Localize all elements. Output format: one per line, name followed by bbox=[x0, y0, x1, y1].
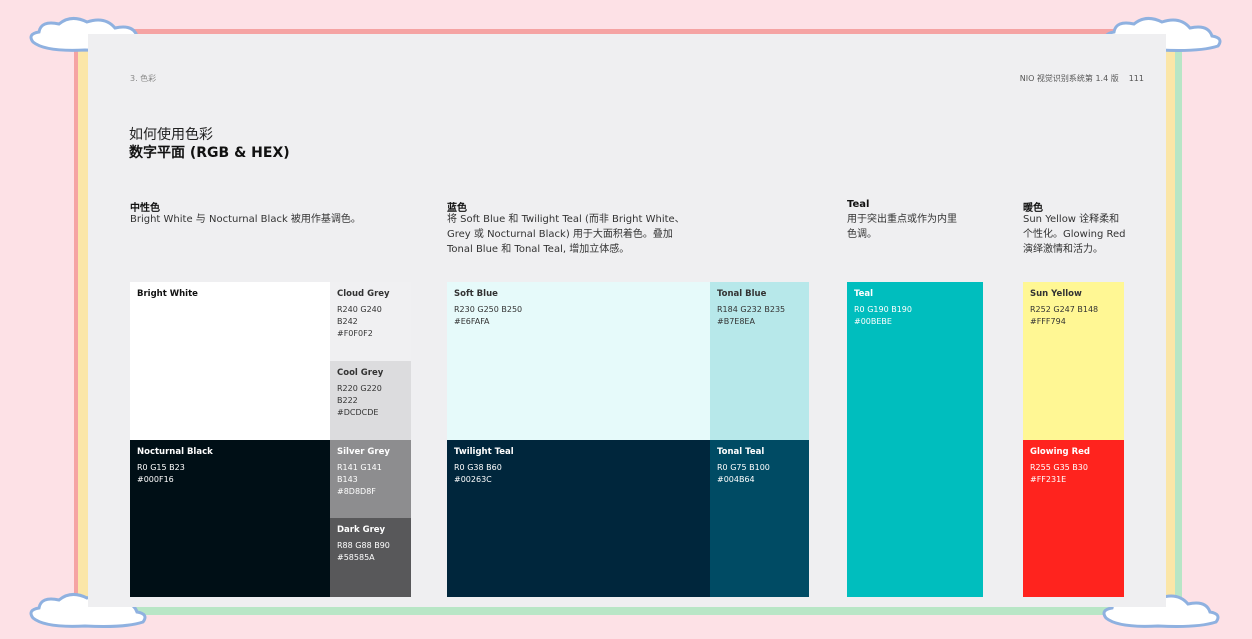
teal-description: 用于突出重点或作为内里 色调。 bbox=[847, 214, 957, 240]
blue-description: 将 Soft Blue 和 Twilight Teal (而非 Bright W… bbox=[447, 214, 685, 255]
page-subtitle: 如何使用色彩 bbox=[129, 127, 213, 143]
swatch-dark-grey: Dark Grey R88 G88 B90 #58585A bbox=[330, 518, 411, 597]
swatch-sun-yellow: Sun Yellow R252 G247 B148 #FFF794 bbox=[1023, 282, 1124, 440]
swatch-glowing-red: Glowing Red R255 G35 B30 #FF231E bbox=[1023, 440, 1124, 597]
swatch-tonal-teal: Tonal Teal R0 G75 B100 #004B64 bbox=[710, 440, 809, 597]
swatch-cloud-grey: Cloud Grey R240 G240 B242 #F0F0F2 bbox=[330, 282, 411, 361]
swatch-cool-grey: Cool Grey R220 G220 B222 #DCDCDE bbox=[330, 361, 411, 440]
teal-heading: Teal bbox=[847, 199, 870, 210]
neutral-description: Bright White 与 Nocturnal Black 被用作基调色。 bbox=[130, 214, 361, 225]
swatch-bright-white: Bright White bbox=[130, 282, 330, 440]
swatch-teal: Teal R0 G190 B190 #00BEBE bbox=[847, 282, 983, 597]
swatch-tonal-blue: Tonal Blue R184 G232 B235 #B7E8EA bbox=[710, 282, 809, 440]
page-number: 111 bbox=[1128, 74, 1144, 83]
running-header: NIO 视觉识别系统第 1.4 版 111 bbox=[1020, 73, 1144, 84]
swatch-twilight-teal: Twilight Teal R0 G38 B60 #00263C bbox=[447, 440, 710, 597]
page-title: 数字平面 (RGB & HEX) bbox=[129, 145, 290, 161]
swatch-silver-grey: Silver Grey R141 G141 B143 #8D8D8F bbox=[330, 440, 411, 518]
section-label: 3. 色彩 bbox=[130, 74, 157, 83]
warm-description: Sun Yellow 诠释柔和 个性化。Glowing Red 演绎激情和活力。 bbox=[1023, 214, 1126, 255]
swatch-nocturnal-black: Nocturnal Black R0 G15 B23 #000F16 bbox=[130, 440, 330, 597]
swatch-soft-blue: Soft Blue R230 G250 B250 #E6FAFA bbox=[447, 282, 710, 440]
doc-title: NIO 视觉识别系统第 1.4 版 bbox=[1019, 74, 1119, 83]
document-page: 3. 色彩 NIO 视觉识别系统第 1.4 版 111 如何使用色彩 数字平面 (… bbox=[88, 34, 1166, 607]
